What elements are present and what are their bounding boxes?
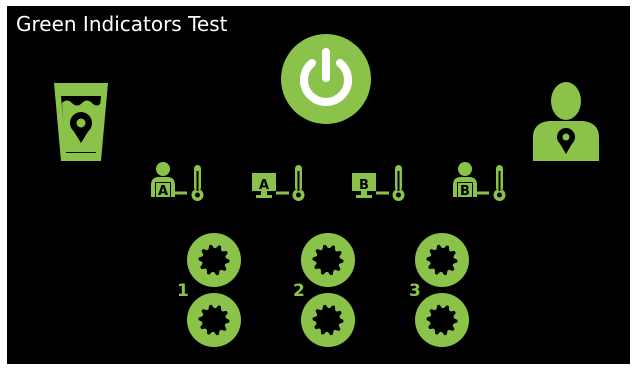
sensor-letter: B	[460, 184, 470, 199]
cup-location-icon	[52, 81, 110, 163]
gear-icon[interactable]	[301, 233, 355, 287]
gear-icon[interactable]	[415, 233, 469, 287]
gear-icon[interactable]	[301, 293, 355, 347]
window-title: Green Indicators Test	[16, 12, 228, 36]
power-button-icon[interactable]	[281, 34, 371, 124]
sensor-letter: B	[359, 178, 369, 193]
sensor-letter: A	[158, 184, 168, 199]
gear-icon[interactable]	[187, 293, 241, 347]
gear-icon[interactable]	[415, 293, 469, 347]
monitor-thermometer-a-icon: A	[251, 163, 311, 203]
sensor-letter: A	[259, 178, 269, 193]
person-thermometer-a-icon: A	[149, 161, 209, 203]
indicator-panel: Green Indicators Test A A B B 1 2 3	[7, 6, 630, 364]
gear-icon[interactable]	[187, 233, 241, 287]
user-location-icon	[531, 81, 601, 163]
person-thermometer-b-icon: B	[451, 161, 511, 203]
monitor-thermometer-b-icon: B	[351, 163, 411, 203]
